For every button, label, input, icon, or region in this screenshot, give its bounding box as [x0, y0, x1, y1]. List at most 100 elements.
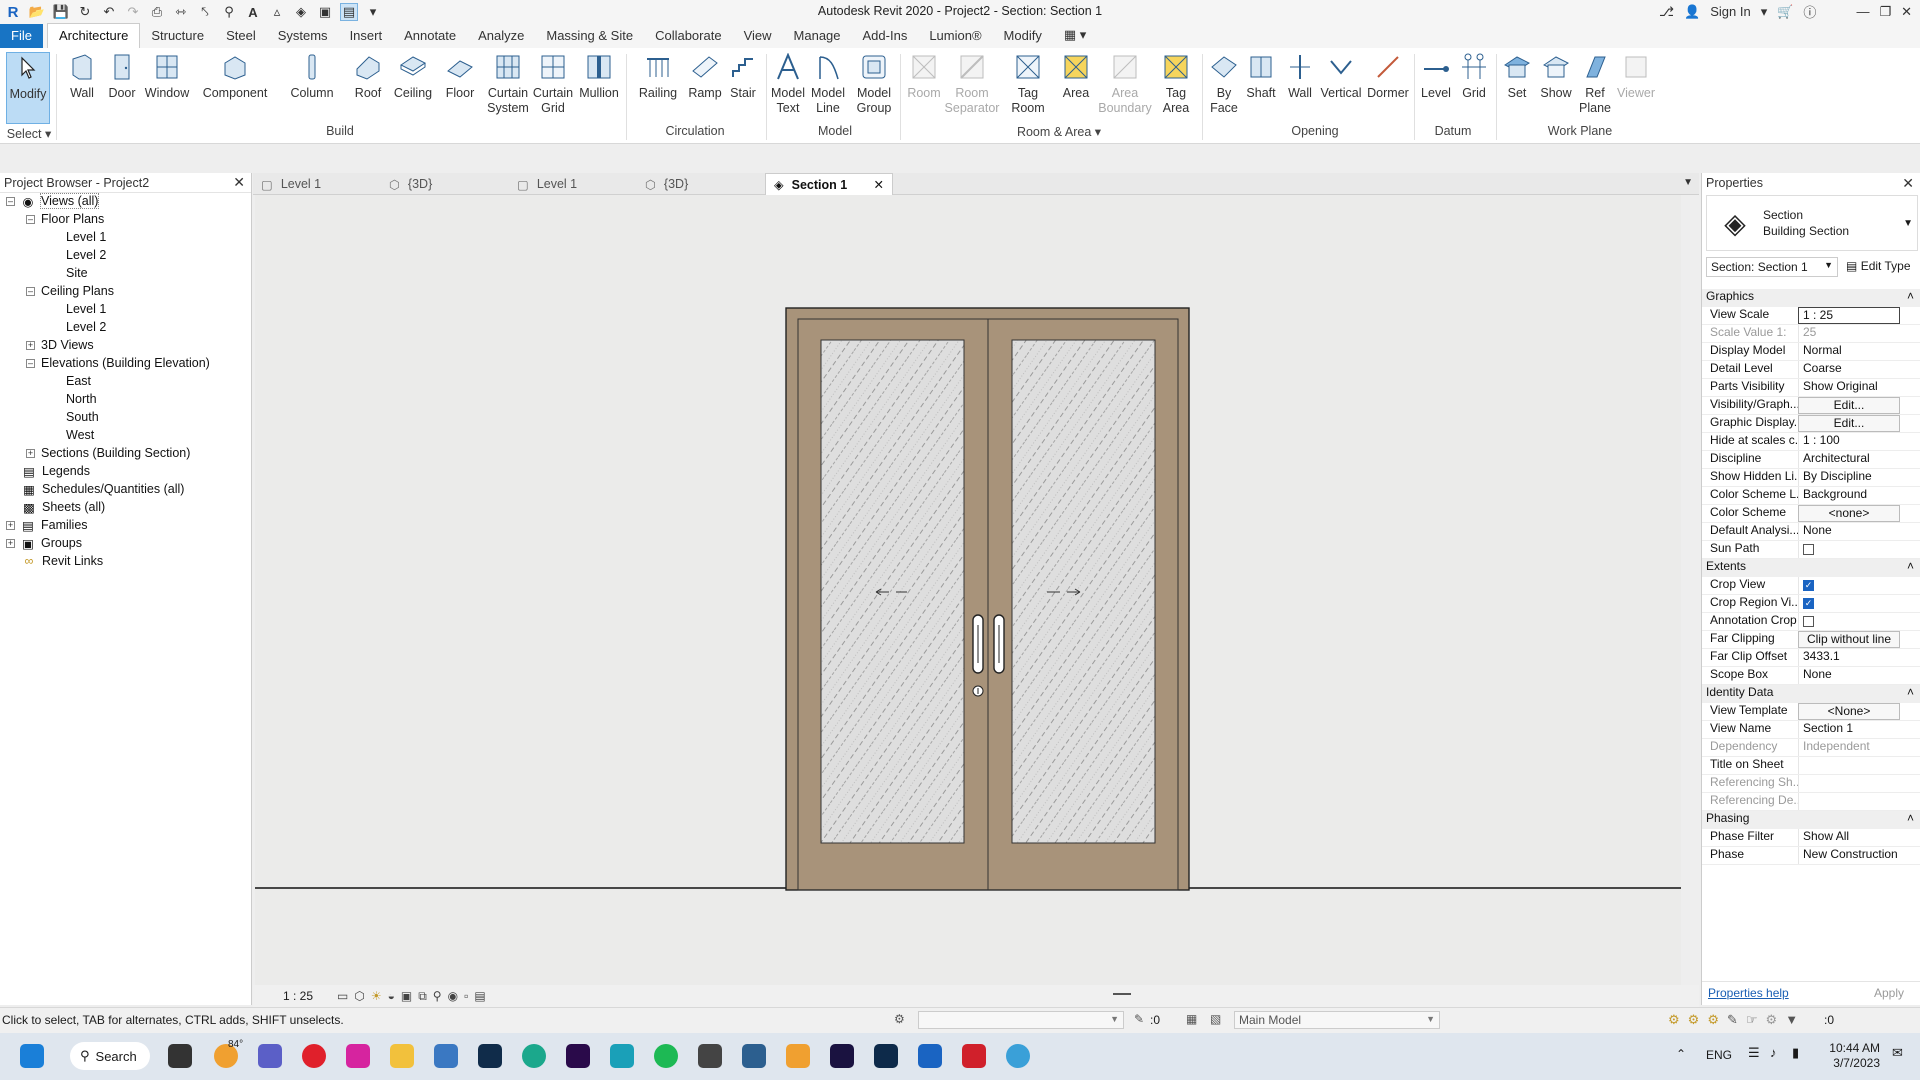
chevron-down-icon[interactable]: ▾	[1761, 4, 1768, 20]
prop-value[interactable]: Normal	[1798, 343, 1900, 360]
prop-value[interactable]: 1 : 100	[1798, 433, 1900, 450]
prop-value[interactable]: Architectural	[1798, 451, 1900, 468]
horizontal-scrollbar[interactable]	[1113, 993, 1131, 995]
redo-icon[interactable]: ↷	[124, 3, 142, 21]
tree-node-ceiling-level-2[interactable]: Level 2	[66, 318, 106, 336]
window-button[interactable]: Window	[144, 52, 190, 101]
prop-parts-visibility[interactable]: Parts Visibility Show Original	[1702, 379, 1920, 397]
select-underlay-icon[interactable]: ⚙	[1688, 1012, 1700, 1028]
prop-value[interactable]: New Construction	[1798, 847, 1900, 864]
sketchup-icon[interactable]	[742, 1044, 766, 1068]
workset-dropdown[interactable]: ▼	[918, 1011, 1124, 1029]
select-links-icon[interactable]: ⚙	[1668, 1012, 1680, 1028]
prop-far-clip-offset[interactable]: Far Clip Offset 3433.1	[1702, 649, 1920, 667]
prop-phase[interactable]: Phase New Construction	[1702, 847, 1920, 865]
restore-icon[interactable]: ❐	[1879, 4, 1891, 20]
vertical-button[interactable]: Vertical	[1318, 52, 1364, 101]
tree-node-schedules[interactable]: ▦ Schedules/Quantities (all)	[22, 480, 184, 498]
prop-title-on-sheet[interactable]: Title on Sheet	[1702, 757, 1920, 775]
set-button[interactable]: Set	[1500, 52, 1534, 101]
chevron-up-icon[interactable]: ⌃	[1676, 1047, 1686, 1061]
drag-elements-icon[interactable]: ☞	[1746, 1012, 1758, 1028]
tab-structure[interactable]: Structure	[140, 24, 215, 48]
prop-value[interactable]: Section 1	[1798, 721, 1900, 738]
visual-style-icon[interactable]: ⬡	[354, 989, 364, 1003]
photos-icon[interactable]	[434, 1044, 458, 1068]
filter-icon[interactable]: ▼	[1785, 1012, 1798, 1028]
collapse-icon[interactable]: –	[6, 196, 15, 206]
teams-icon[interactable]	[258, 1044, 282, 1068]
3ds-max-icon[interactable]	[610, 1044, 634, 1068]
tree-node-floor-plans[interactable]: – Floor Plans	[26, 210, 104, 228]
select-pinned-icon[interactable]: ⚙	[1707, 1012, 1719, 1028]
open-icon[interactable]: 📂	[28, 3, 46, 21]
tree-node-ceiling-plans[interactable]: – Ceiling Plans	[26, 282, 114, 300]
undo-icon[interactable]: ↶	[100, 3, 118, 21]
tree-node-families[interactable]: + ▤ Families	[6, 516, 88, 534]
double-door[interactable]	[785, 307, 1190, 891]
model-line-button[interactable]: Model Line	[808, 52, 848, 116]
prop-default-analysis[interactable]: Default Analysi... None	[1702, 523, 1920, 541]
tab-file[interactable]: File	[0, 24, 43, 48]
reveal-hidden-icon[interactable]: ◉	[448, 989, 458, 1003]
model-text-button[interactable]: Model Text	[768, 52, 808, 116]
autocad-icon[interactable]	[962, 1044, 986, 1068]
spotify-icon[interactable]	[654, 1044, 678, 1068]
prop-value[interactable]: Background	[1798, 487, 1900, 504]
collapse-icon[interactable]: –	[26, 214, 35, 224]
show-button[interactable]: Show	[1536, 52, 1576, 101]
viewer-button[interactable]: Viewer	[1614, 52, 1658, 101]
revit-logo-icon[interactable]: R	[4, 3, 22, 21]
tab-level-1-2[interactable]: ▢ Level 1	[509, 173, 629, 195]
design-options-icon[interactable]: ▦	[1186, 1012, 1197, 1026]
print-icon[interactable]: ⎙	[148, 3, 166, 21]
customize-qat-icon[interactable]: ▾	[364, 3, 382, 21]
grid-button[interactable]: Grid	[1456, 52, 1492, 101]
prop-phase-filter[interactable]: Phase Filter Show All	[1702, 829, 1920, 847]
prop-value[interactable]: None	[1798, 523, 1900, 540]
tab-annotate[interactable]: Annotate	[393, 24, 467, 48]
photoshop-icon[interactable]	[874, 1044, 898, 1068]
tab-3d-2[interactable]: ⬡ {3D}	[637, 173, 757, 195]
expand-icon[interactable]: +	[6, 538, 15, 548]
revit-taskbar-icon[interactable]	[918, 1044, 942, 1068]
view-scale[interactable]: 1 : 25	[283, 989, 313, 1003]
stair-button[interactable]: Stair	[724, 52, 762, 101]
tree-node-sections[interactable]: + Sections (Building Section)	[26, 444, 190, 462]
prop-sun-path[interactable]: Sun Path	[1702, 541, 1920, 559]
volume-icon[interactable]: ♪	[1770, 1045, 1777, 1060]
prop-hide-at-scales[interactable]: Hide at scales c... 1 : 100	[1702, 433, 1920, 451]
close-icon[interactable]: ✕	[1902, 175, 1914, 192]
tree-node-level-1[interactable]: Level 1	[66, 228, 106, 246]
column-button[interactable]: Column	[288, 52, 336, 101]
collapse-icon[interactable]: –	[26, 358, 35, 368]
exclude-options-icon[interactable]: ▧	[1210, 1012, 1221, 1026]
area-button[interactable]: Area	[1056, 52, 1096, 101]
detail-level-icon[interactable]: ▭	[337, 989, 348, 1003]
prop-far-clipping[interactable]: Far Clipping Clip without line	[1702, 631, 1920, 649]
group-graphics[interactable]: Graphics ˄	[1702, 289, 1920, 307]
tag-area-button[interactable]: Tag Area	[1156, 52, 1196, 116]
prop-crop-view[interactable]: Crop View ✓	[1702, 577, 1920, 595]
shaft-button[interactable]: Shaft	[1242, 52, 1280, 101]
wall-button[interactable]: Wall	[64, 52, 100, 101]
tag-room-button[interactable]: Tag Room	[1006, 52, 1050, 116]
media-player-icon[interactable]	[786, 1044, 810, 1068]
prop-value[interactable]: 1 : 25	[1798, 307, 1900, 324]
close-icon[interactable]: ✕	[1901, 4, 1912, 20]
prop-view-scale[interactable]: View Scale 1 : 25	[1702, 307, 1920, 325]
prop-discipline[interactable]: Discipline Architectural	[1702, 451, 1920, 469]
notifications-icon[interactable]: ✉	[1892, 1045, 1903, 1061]
prop-detail-level[interactable]: Detail Level Coarse	[1702, 361, 1920, 379]
curtain-grid-button[interactable]: Curtain Grid	[530, 52, 576, 116]
tab-analyze[interactable]: Analyze	[467, 24, 535, 48]
collapse-icon[interactable]: –	[26, 286, 35, 296]
premiere-icon[interactable]	[566, 1044, 590, 1068]
room-button[interactable]: Room	[904, 52, 944, 101]
close-hidden-icon[interactable]: ▣	[316, 3, 334, 21]
tab-3d[interactable]: ⬡ {3D}	[381, 173, 501, 195]
tab-insert[interactable]: Insert	[339, 24, 394, 48]
tree-node-groups[interactable]: + ▣ Groups	[6, 534, 82, 552]
area-boundary-button[interactable]: Area Boundary	[1098, 52, 1152, 116]
prop-view-name[interactable]: View Name Section 1	[1702, 721, 1920, 739]
